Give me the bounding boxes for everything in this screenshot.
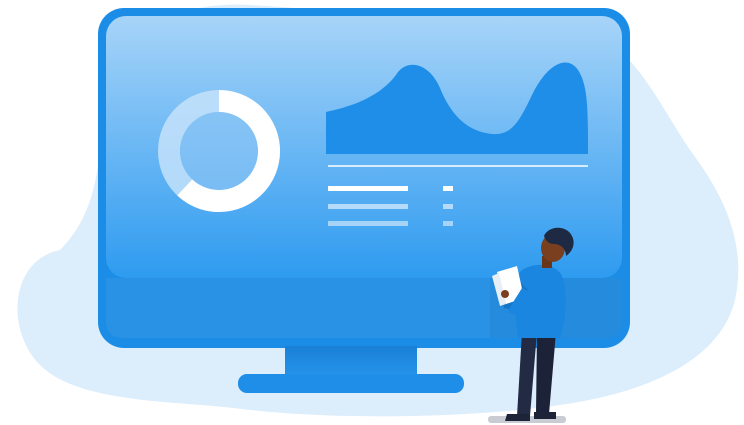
dashboard-illustration	[17, 4, 739, 423]
monitor-base	[238, 374, 464, 393]
person-hand	[501, 290, 509, 298]
legend-bar-2	[328, 204, 408, 209]
monitor-neck	[285, 346, 417, 376]
person-shoe-left	[505, 414, 530, 421]
legend-bar-1	[328, 186, 408, 191]
legend-bar-3	[328, 221, 408, 226]
legend-dot-3	[443, 221, 453, 226]
donut-hole	[180, 112, 258, 190]
person-shoe-right	[534, 412, 556, 419]
donut-chart	[158, 90, 280, 212]
legend-dot-2	[443, 204, 453, 209]
legend-dot-1	[443, 186, 453, 191]
